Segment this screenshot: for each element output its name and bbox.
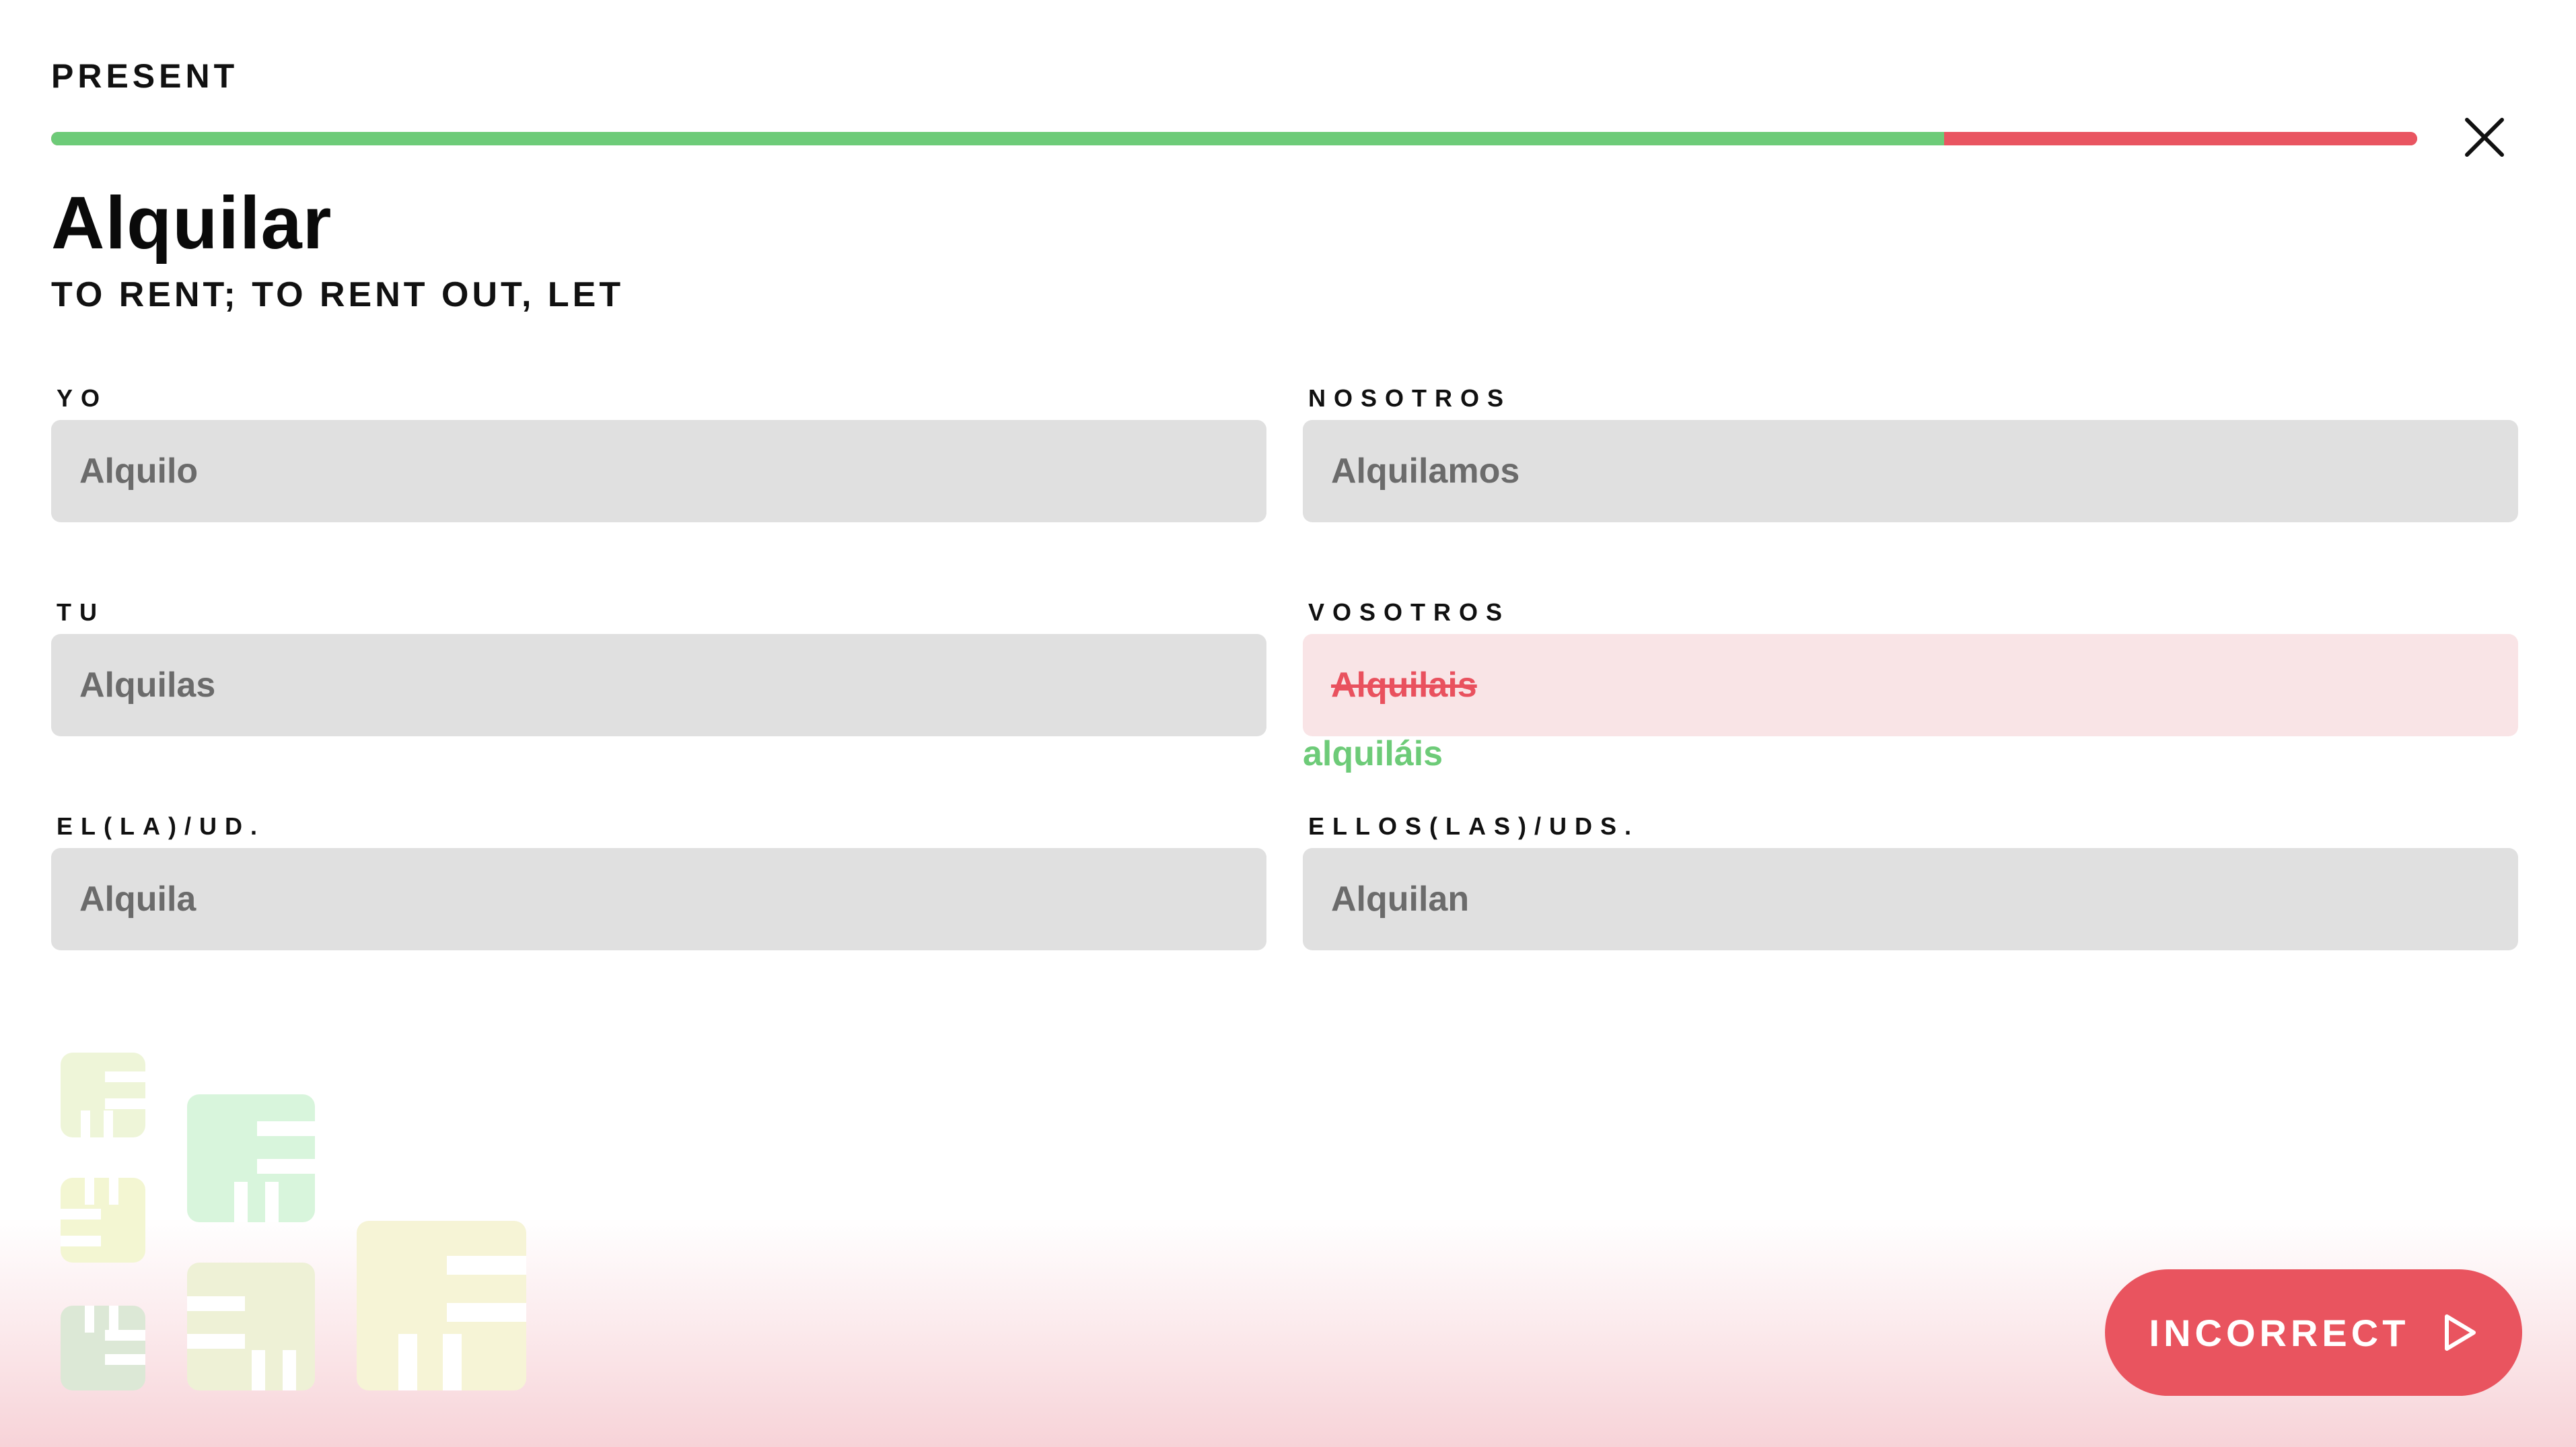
correct-answer-hint: alquiláis [1303,734,1443,773]
pronoun-label: ELLOS(LAS)/UDS. [1308,812,1639,840]
play-outline-icon [2445,1314,2476,1351]
tense-title: PRESENT [51,57,239,95]
decor-block [61,1306,145,1390]
field-vosotros: VOSOTROS Alquilais [1303,598,2518,736]
incorrect-continue-button[interactable]: INCORRECT [2105,1269,2522,1396]
action-label: INCORRECT [2149,1311,2410,1354]
pronoun-label: VOSOTROS [1308,598,1511,626]
answer-input[interactable]: Alquilo [51,420,1266,522]
pronoun-label: EL(LA)/UD. [57,812,265,840]
close-icon [2465,118,2504,157]
pronoun-label: TU [57,598,105,626]
field-tu: TU Alquilas [51,598,1266,736]
decor-block [187,1094,315,1222]
answer-input[interactable]: Alquilan [1303,848,2518,950]
close-button[interactable] [2460,113,2509,162]
pronoun-label: YO [57,384,108,412]
decor-block [357,1221,526,1390]
field-ellos-las-uds: ELLOS(LAS)/UDS. Alquilan [1303,812,2518,950]
decor-block [187,1263,315,1390]
answer-input-incorrect[interactable]: Alquilais [1303,634,2518,736]
progress-bar [51,132,2417,145]
progress-correct-segment [51,132,1944,145]
field-el-la-ud: EL(LA)/UD. Alquila [51,812,1266,950]
field-yo: YO Alquilo [51,384,1266,522]
decor-block [61,1053,145,1137]
answer-input[interactable]: Alquila [51,848,1266,950]
verb-infinitive: Alquilar [51,182,332,264]
decor-block [61,1178,145,1263]
field-nosotros: NOSOTROS Alquilamos [1303,384,2518,522]
verb-meaning: TO RENT; TO RENT OUT, LET [51,275,624,314]
answer-input[interactable]: Alquilas [51,634,1266,736]
answer-input[interactable]: Alquilamos [1303,420,2518,522]
pronoun-label: NOSOTROS [1308,384,1512,412]
conjugation-review-screen: PRESENT Alquilar TO RENT; TO RENT OUT, L… [0,0,2576,1447]
progress-incorrect-segment [1943,132,2417,145]
